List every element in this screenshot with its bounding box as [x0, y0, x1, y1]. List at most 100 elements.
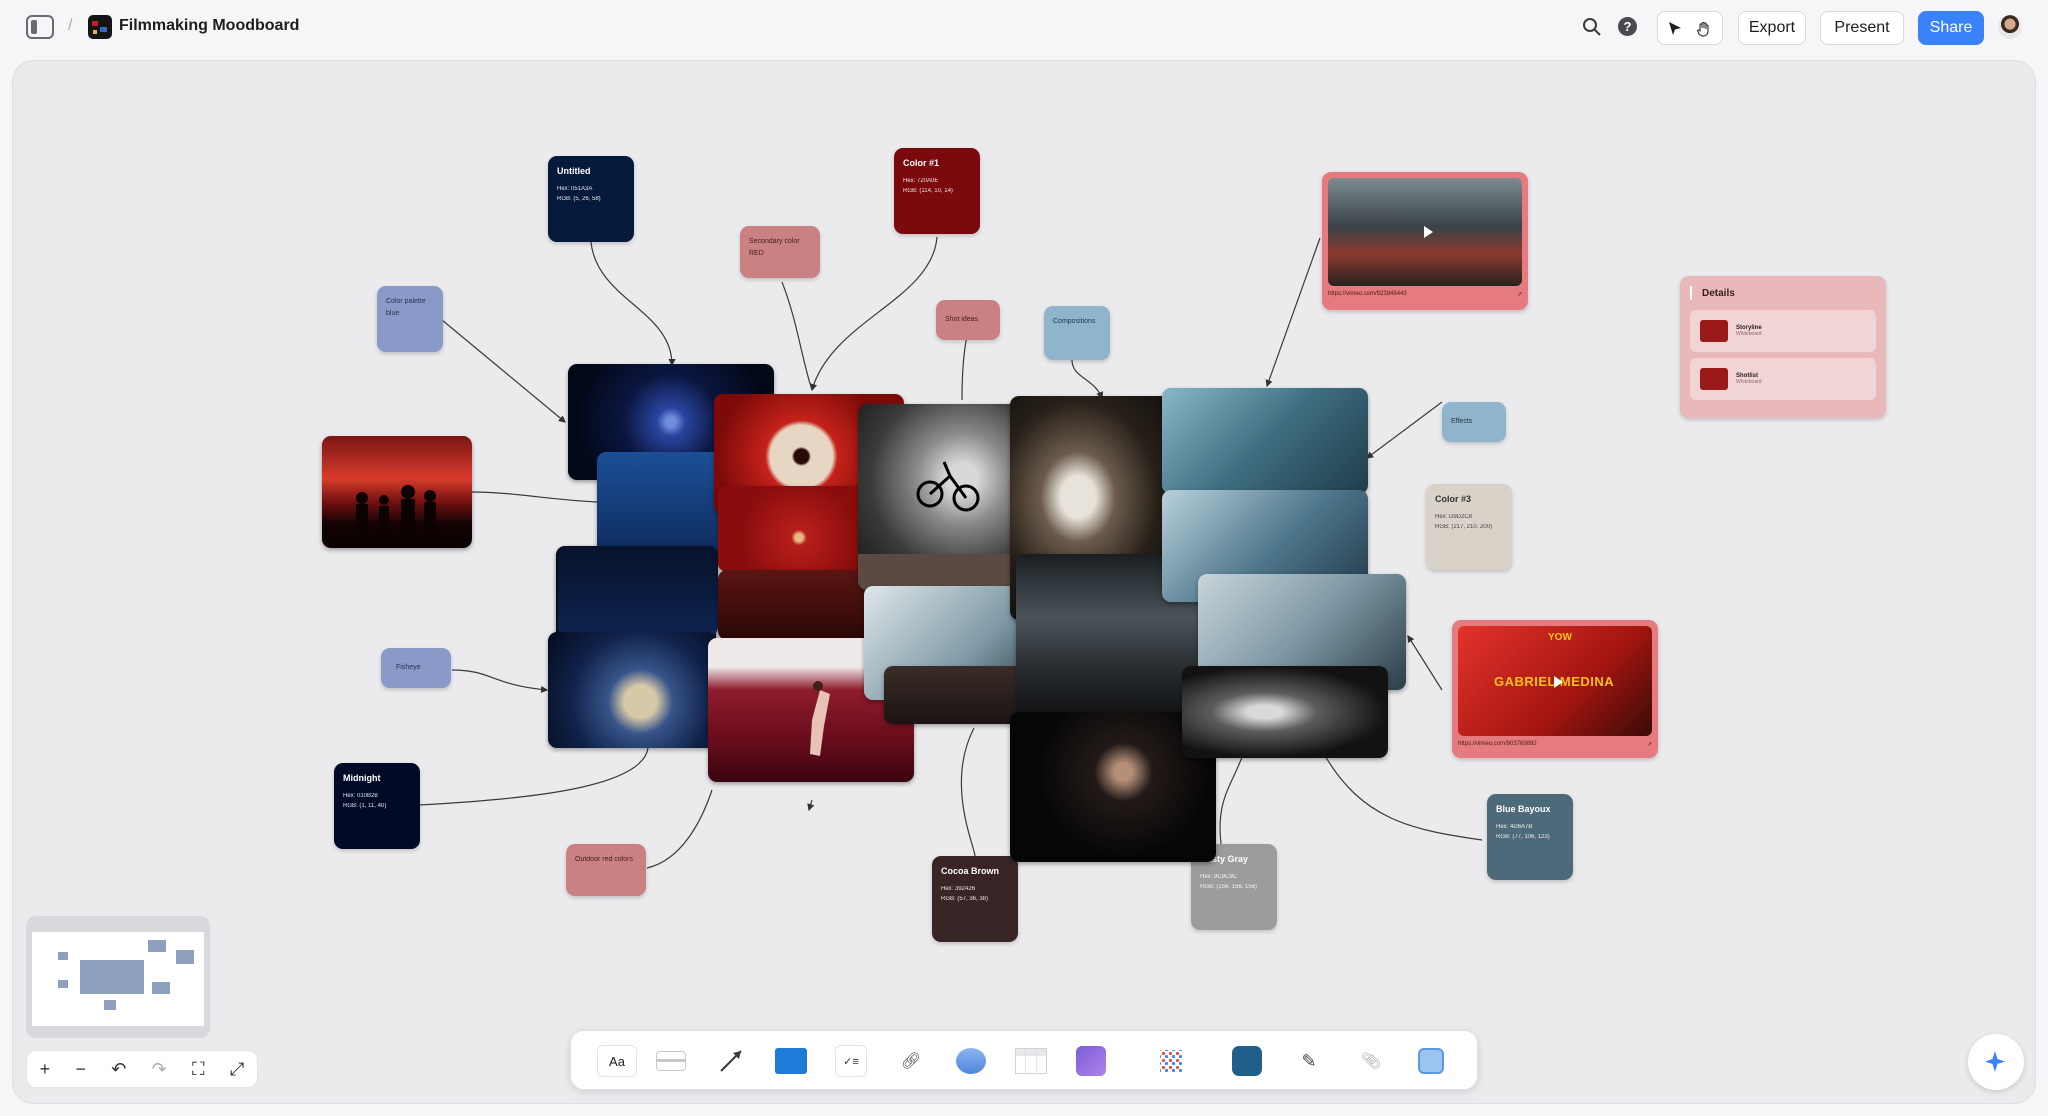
zoom-out-icon[interactable]: − — [75, 1059, 86, 1080]
details-card[interactable]: Details Storyline Whiteboard Shotlist Wh… — [1680, 276, 1886, 418]
swatch-midnight[interactable]: Midnight Hex: 010B28 RGB: (1, 11, 40) — [334, 763, 420, 849]
photo-blue-night-sky[interactable] — [558, 546, 718, 636]
zoom-in-icon[interactable]: + — [40, 1059, 51, 1080]
folder-icon — [1700, 368, 1728, 390]
swatch-cocoa-brown[interactable]: Cocoa Brown Hex: 392426 RGB: (57, 36, 38… — [932, 856, 1018, 942]
swatch-title: Untitled — [557, 166, 591, 176]
video-embed-bike[interactable]: https://vimeo.com/923848443 ↗ — [1322, 172, 1528, 310]
sticky-note-tool[interactable] — [655, 1045, 687, 1077]
avatar[interactable] — [1998, 15, 2022, 39]
folder-tool[interactable] — [775, 1045, 807, 1077]
draw-tool[interactable]: ✎ — [1293, 1045, 1325, 1077]
details-title: Details — [1702, 287, 1735, 299]
play-icon[interactable] — [1554, 676, 1563, 688]
breadcrumb-separator: / — [68, 17, 73, 34]
link-icon[interactable]: ↗ — [1517, 291, 1522, 298]
swatch-title: Cocoa Brown — [941, 866, 1000, 876]
details-item-storyline[interactable]: Storyline Whiteboard — [1690, 310, 1876, 352]
swatch-hex: Hex: 4D6A7B — [1496, 824, 1533, 830]
photo-red-cap[interactable] — [718, 570, 868, 640]
swatch-hex: Hex: 9C9C9C — [1200, 874, 1238, 880]
swatch-rgb: RGB: (1, 11, 40) — [343, 803, 387, 809]
swatch-rgb: RGB: (57, 36, 38) — [941, 896, 989, 902]
undo-icon[interactable]: ↶ — [111, 1059, 126, 1080]
board-canvas[interactable]: Untitled Hex: 051A3A RGB: (5, 26, 58) Co… — [12, 60, 2036, 1104]
board-icon[interactable] — [88, 15, 112, 39]
swatch-title: Midnight — [343, 773, 381, 783]
swatch-blue-bayoux[interactable]: Blue Bayoux Hex: 4D6A7B RGB: (77, 106, 1… — [1487, 794, 1573, 880]
details-item-shotlist[interactable]: Shotlist Whiteboard — [1690, 358, 1876, 400]
scan-tool[interactable] — [1415, 1045, 1447, 1077]
label-color-palette-blue[interactable]: Color palette blue — [377, 286, 443, 352]
link-icon[interactable]: ↗ — [1647, 741, 1652, 748]
swatch-hex: Hex: 720A0E — [903, 178, 939, 184]
photo-bw-dancers[interactable] — [1182, 666, 1388, 758]
photo-dark-stage[interactable] — [884, 666, 1026, 724]
label-effects[interactable]: Effects — [1442, 402, 1506, 442]
photo-red-wall[interactable] — [718, 486, 868, 572]
swatch-rgb: RGB: (156, 156, 156) — [1200, 884, 1258, 890]
video-embed-gabriel-medina[interactable]: YOW GABRIEL MEDINA https://vimeo.com/903… — [1452, 620, 1658, 758]
sidebar-toggle-button[interactable] — [26, 15, 54, 39]
label-compositions[interactable]: Compositions — [1044, 306, 1110, 360]
swatch-hex: Hex: 010B28 — [343, 793, 378, 799]
export-button[interactable]: Export — [1738, 11, 1806, 45]
apps-tool[interactable] — [1155, 1045, 1187, 1077]
sparkle-icon — [1985, 1051, 2005, 1072]
hand-icon[interactable] — [1696, 21, 1712, 37]
cursor-icon[interactable] — [1667, 21, 1683, 37]
attach-tool[interactable]: 📎︎ — [1355, 1045, 1387, 1077]
link-tool[interactable]: 🔗︎ — [895, 1045, 927, 1077]
image-tool[interactable] — [1075, 1045, 1107, 1077]
details-item-type: Whiteboard — [1736, 331, 1762, 337]
page-title[interactable]: Filmmaking Moodboard — [119, 17, 299, 35]
text-tool[interactable]: Aa — [597, 1045, 637, 1077]
details-item-type: Whiteboard — [1736, 379, 1762, 385]
fullscreen-icon[interactable]: ⤢ — [230, 1059, 244, 1080]
ai-assistant-button[interactable] — [1968, 1034, 2024, 1090]
checklist-tool[interactable]: ✓≡ — [835, 1045, 867, 1077]
fit-icon[interactable]: ⛶ — [192, 1059, 205, 1080]
search-icon[interactable] — [1582, 17, 1602, 37]
swatch-hex: Hex: 392426 — [941, 886, 976, 892]
table-tool[interactable] — [1015, 1045, 1047, 1077]
swatch-rgb: RGB: (114, 10, 14) — [903, 188, 953, 194]
swatch-rgb: RGB: (5, 26, 58) — [557, 196, 601, 202]
swatch-hex: Hex: 051A3A — [557, 186, 593, 192]
sidebar-toggle-icon — [31, 20, 37, 34]
swatch-rgb: RGB: (77, 106, 123) — [1496, 834, 1550, 840]
app-tool[interactable] — [1231, 1045, 1263, 1077]
redo-icon[interactable]: ↷ — [152, 1059, 167, 1080]
swatch-title: Blue Bayoux — [1496, 804, 1551, 814]
details-bar-icon — [1690, 286, 1692, 300]
label-shot-ideas[interactable]: Shot ideas — [936, 300, 1000, 340]
label-secondary-color-red[interactable]: Secondary color RED — [740, 226, 820, 278]
swatch-title: Color #1 — [903, 158, 940, 168]
label-outdoor-red-colors[interactable]: Outdoor red colors — [566, 844, 646, 896]
label-fisheye[interactable]: Fisheye — [381, 648, 451, 688]
bottom-toolbar: Aa ✓≡ 🔗︎ ✎ 📎︎ — [570, 1030, 1478, 1090]
arrow-tool[interactable] — [715, 1045, 747, 1077]
swatch-untitled[interactable]: Untitled Hex: 051A3A RGB: (5, 26, 58) — [548, 156, 634, 242]
video-url[interactable]: https://vimeo.com/923848443 — [1328, 291, 1407, 298]
share-button[interactable]: Share — [1918, 11, 1984, 45]
video-url[interactable]: https://vimeo.com/903769892 — [1458, 741, 1537, 748]
minimap[interactable] — [26, 916, 210, 1038]
folder-icon — [1700, 320, 1728, 342]
video-top-text: YOW — [1548, 632, 1572, 643]
play-icon[interactable] — [1424, 226, 1433, 238]
swatch-color-1[interactable]: Color #1 Hex: 720A0E RGB: (114, 10, 14) — [894, 148, 980, 234]
zoom-controls: + − ↶ ↷ ⛶ ⤢ — [26, 1050, 258, 1088]
swatch-hex: Hex: D9D2C8 — [1435, 514, 1473, 520]
photo-red-walkers[interactable] — [322, 436, 472, 548]
shape-tool[interactable] — [955, 1045, 987, 1077]
photo-goggles-portrait[interactable] — [1162, 388, 1368, 494]
present-button[interactable]: Present — [1820, 11, 1904, 45]
swatch-title: Color #3 — [1435, 494, 1472, 504]
photo-fisheye-hair[interactable] — [548, 632, 716, 748]
pointer-mode-group — [1657, 11, 1723, 45]
top-bar: / Filmmaking Moodboard ? Export Present … — [0, 0, 2048, 56]
help-icon[interactable]: ? — [1618, 17, 1637, 36]
swatch-color-3[interactable]: Color #3 Hex: D9D2C8 RGB: (217, 210, 200… — [1426, 484, 1512, 570]
swatch-rgb: RGB: (217, 210, 200) — [1435, 524, 1493, 530]
